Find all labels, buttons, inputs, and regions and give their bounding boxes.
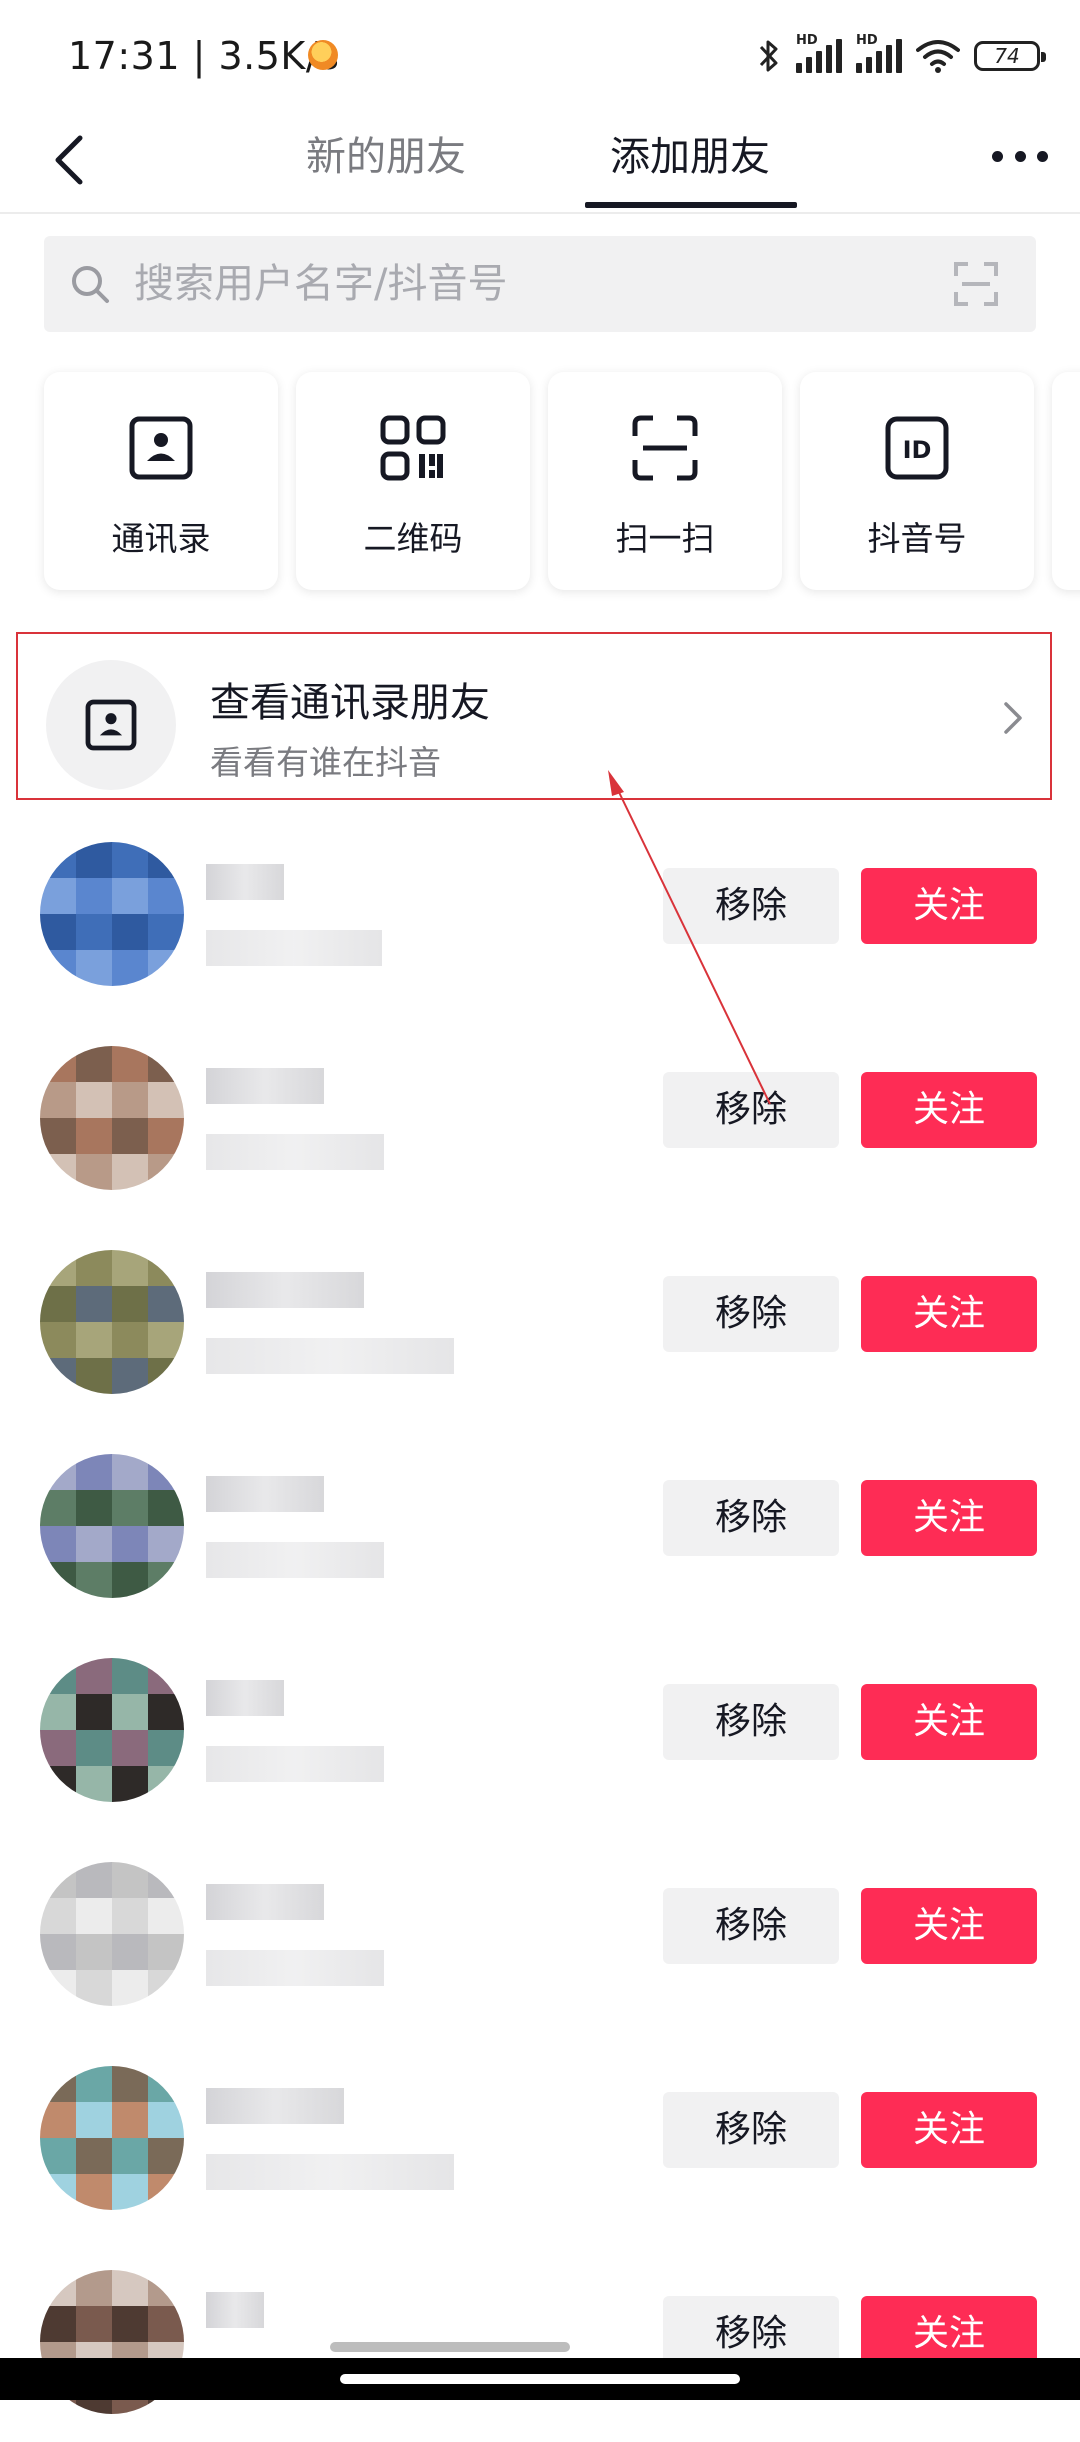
friends-list: 移除 关注 移除 关注 移除 关注 移除 关注 移除 关注 移除 关注 移除 关注 移除 关注 — [0, 0, 1080, 2414]
gesture-bar — [0, 2358, 1080, 2400]
remove-button[interactable]: 移除 — [663, 868, 839, 944]
avatar[interactable] — [40, 1658, 184, 1802]
friend-description-blurred — [206, 930, 382, 966]
remove-button[interactable]: 移除 — [663, 1684, 839, 1760]
friend-name-blurred — [206, 1272, 364, 1308]
friend-name-blurred — [206, 864, 284, 900]
friend-name-blurred — [206, 2088, 344, 2124]
follow-button[interactable]: 关注 — [861, 2092, 1037, 2168]
friend-row[interactable]: 移除 关注 — [0, 1218, 1080, 1422]
remove-button[interactable]: 移除 — [663, 1276, 839, 1352]
friend-row[interactable]: 移除 关注 — [0, 1626, 1080, 1830]
friend-description-blurred — [206, 1134, 384, 1170]
friend-name-blurred — [206, 1680, 284, 1716]
friend-row[interactable]: 移除 关注 — [0, 2238, 1080, 2442]
avatar[interactable] — [40, 1454, 184, 1598]
friend-description-blurred — [206, 2154, 454, 2190]
friend-name-blurred — [206, 1476, 324, 1512]
friend-description-blurred — [206, 1950, 384, 1986]
follow-button[interactable]: 关注 — [861, 1684, 1037, 1760]
follow-button[interactable]: 关注 — [861, 868, 1037, 944]
scrollbar[interactable] — [330, 2342, 570, 2352]
follow-button[interactable]: 关注 — [861, 1888, 1037, 1964]
avatar[interactable] — [40, 1862, 184, 2006]
home-indicator[interactable] — [340, 2374, 740, 2384]
follow-button[interactable]: 关注 — [861, 1072, 1037, 1148]
friend-row[interactable]: 移除 关注 — [0, 1014, 1080, 1218]
avatar[interactable] — [40, 842, 184, 986]
friend-description-blurred — [206, 1542, 384, 1578]
friend-description-blurred — [206, 1338, 454, 1374]
remove-button[interactable]: 移除 — [663, 2092, 839, 2168]
remove-button[interactable]: 移除 — [663, 1888, 839, 1964]
friend-row[interactable]: 移除 关注 — [0, 1830, 1080, 2034]
friend-name-blurred — [206, 1884, 324, 1920]
friend-row[interactable]: 移除 关注 — [0, 2034, 1080, 2238]
friend-name-blurred — [206, 2292, 264, 2328]
follow-button[interactable]: 关注 — [861, 1276, 1037, 1352]
friend-description-blurred — [206, 1746, 384, 1782]
avatar[interactable] — [40, 1046, 184, 1190]
friend-row[interactable]: 移除 关注 — [0, 1422, 1080, 1626]
follow-button[interactable]: 关注 — [861, 1480, 1037, 1556]
friend-row[interactable]: 移除 关注 — [0, 810, 1080, 1014]
avatar[interactable] — [40, 1250, 184, 1394]
avatar[interactable] — [40, 2066, 184, 2210]
friend-name-blurred — [206, 1068, 324, 1104]
remove-button[interactable]: 移除 — [663, 1480, 839, 1556]
remove-button[interactable]: 移除 — [663, 1072, 839, 1148]
